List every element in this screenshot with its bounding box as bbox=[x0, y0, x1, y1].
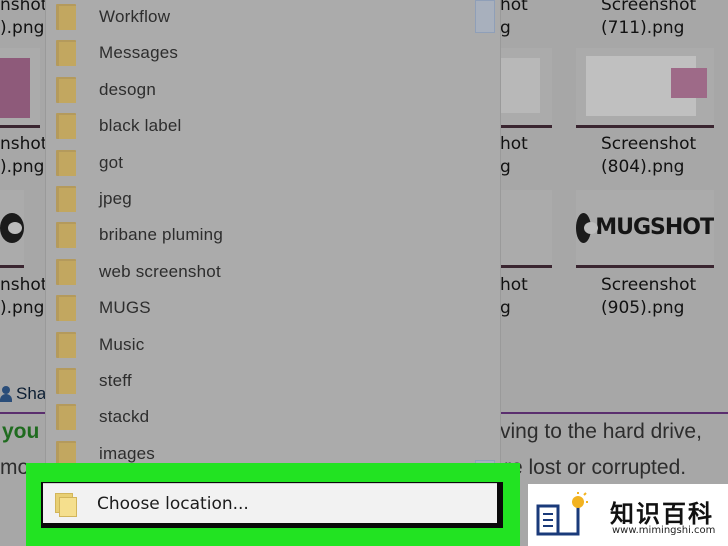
folder-label: images bbox=[99, 443, 156, 463]
file-label: Screenshot (804).png bbox=[601, 134, 697, 177]
file-label: hot g bbox=[500, 275, 528, 318]
folder-label: desogn bbox=[99, 79, 156, 99]
folder-label: bribane pluming bbox=[99, 225, 223, 245]
folder-item[interactable]: Workflow bbox=[46, 0, 466, 35]
folder-icon bbox=[56, 186, 76, 212]
share-label: Sha bbox=[16, 384, 47, 403]
book-lightbulb-icon bbox=[536, 492, 588, 536]
scrollbar[interactable] bbox=[475, 0, 495, 478]
watermark-url: www.mimingshi.com bbox=[612, 525, 716, 536]
mug-logo-icon bbox=[576, 212, 599, 243]
folder-label: stackd bbox=[99, 407, 150, 427]
file-label: nshot).png bbox=[0, 134, 48, 177]
folder-icon bbox=[56, 4, 76, 30]
file-thumbnail[interactable] bbox=[576, 48, 714, 128]
file-label: hot g bbox=[500, 0, 528, 38]
article-text: you bbox=[2, 420, 40, 443]
file-thumbnail[interactable] bbox=[500, 190, 552, 268]
folder-item[interactable]: got bbox=[46, 145, 466, 181]
choose-location-label: Choose location... bbox=[97, 493, 249, 514]
folder-icon bbox=[56, 295, 76, 322]
article-text: mo bbox=[0, 456, 30, 479]
file-label: Screenshot (905).png bbox=[601, 275, 697, 318]
share-button[interactable]: Sha bbox=[0, 384, 46, 404]
file-label: nshot).png bbox=[0, 275, 48, 318]
folder-label: jpeg bbox=[99, 189, 132, 208]
file-label: nshot).png bbox=[0, 0, 48, 38]
file-thumbnail[interactable] bbox=[0, 190, 24, 268]
folder-icon bbox=[56, 368, 76, 394]
folder-label: steff bbox=[99, 371, 132, 390]
folder-item[interactable]: jpeg bbox=[46, 181, 466, 217]
folder-label: web screenshot bbox=[99, 261, 221, 281]
watermark-text: 知识百科 bbox=[610, 500, 714, 528]
folder-icon bbox=[56, 404, 76, 431]
folder-icon bbox=[55, 493, 77, 517]
file-label: Screenshot (711).png bbox=[601, 0, 697, 38]
folder-icon bbox=[56, 40, 76, 67]
scrollbar-thumb[interactable] bbox=[475, 0, 495, 33]
folder-item[interactable]: stackd bbox=[46, 399, 466, 435]
folder-label: Messages bbox=[99, 43, 179, 63]
article-text: re lost or corrupted. bbox=[504, 456, 687, 479]
folder-item[interactable]: Music bbox=[46, 327, 466, 363]
folder-label: black label bbox=[99, 116, 182, 136]
file-thumbnail[interactable] bbox=[500, 48, 552, 128]
file-thumbnail[interactable]: MUGSHOT bbox=[576, 190, 714, 268]
folder-icon bbox=[56, 331, 76, 358]
folder-item[interactable]: desogn bbox=[46, 72, 466, 108]
article-text: ving to the hard drive, bbox=[500, 420, 702, 443]
file-label: hot g bbox=[500, 134, 528, 177]
watermark-logo: 知识百科 www.mimingshi.com bbox=[528, 484, 728, 546]
folder-icon bbox=[56, 113, 76, 140]
folder-icon bbox=[56, 76, 76, 103]
folder-item[interactable]: MUGS bbox=[46, 290, 466, 326]
folder-label: Workflow bbox=[99, 7, 171, 26]
folder-item[interactable]: black label bbox=[46, 108, 466, 144]
folder-item[interactable]: web screenshot bbox=[46, 254, 466, 290]
folder-label: MUGS bbox=[99, 298, 151, 318]
folder-label: Music bbox=[99, 334, 145, 354]
folder-icon bbox=[56, 222, 76, 249]
person-icon bbox=[0, 386, 12, 402]
folder-item[interactable]: steff bbox=[46, 363, 466, 399]
choose-location-button[interactable]: Choose location... bbox=[43, 483, 497, 523]
mug-logo-icon bbox=[0, 212, 24, 243]
folder-label: got bbox=[99, 152, 124, 172]
file-thumbnail[interactable] bbox=[0, 48, 40, 128]
mug-logo-text: MUGSHOT bbox=[595, 215, 714, 240]
folder-item[interactable]: bribane pluming bbox=[46, 217, 466, 253]
folder-icon bbox=[56, 258, 76, 285]
folder-item[interactable]: Messages bbox=[46, 35, 466, 71]
folder-dropdown-list[interactable]: Workflow Messages desogn black label got jpeg… bbox=[45, 0, 501, 478]
folder-icon bbox=[56, 149, 76, 176]
